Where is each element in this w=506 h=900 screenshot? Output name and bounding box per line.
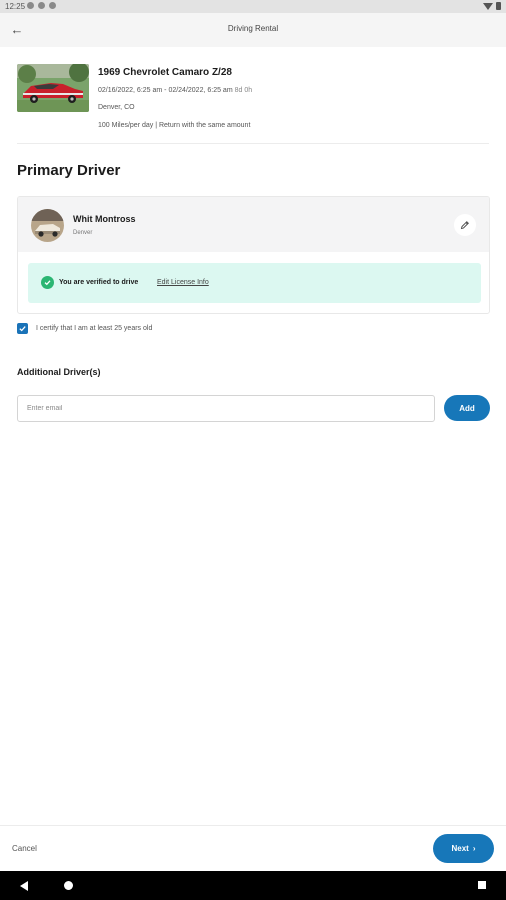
edit-driver-button[interactable] [454, 214, 476, 236]
car-location: Denver, CO [98, 104, 135, 111]
primary-driver-card: Whit Montross Denver You are verified to… [17, 196, 490, 314]
driver-city: Denver [73, 230, 93, 236]
car-summary: 1969 Chevrolet Camaro Z/28 02/16/2022, 6… [17, 62, 489, 144]
mileage-policy: 100 Miles/per day | Return with the same… [98, 122, 251, 129]
car-image [17, 64, 89, 112]
age-certify: I certify that I am at least 25 years ol… [17, 323, 152, 334]
nav-back-icon[interactable] [20, 881, 28, 891]
verified-text: You are verified to drive [59, 279, 139, 286]
add-driver-button[interactable]: Add [444, 395, 490, 421]
avatar [31, 209, 64, 242]
notification-icon [27, 2, 34, 9]
next-button[interactable]: Next › [433, 834, 494, 863]
additional-drivers-heading: Additional Driver(s) [17, 367, 101, 377]
battery-icon [496, 2, 501, 10]
verified-banner: You are verified to drive Edit License I… [28, 263, 481, 303]
settings-status-icon [49, 2, 56, 9]
wifi-icon [483, 2, 493, 10]
car-title: 1969 Chevrolet Camaro Z/28 [98, 67, 232, 78]
sync-icon [38, 2, 45, 9]
rental-duration: 8d 0h [234, 87, 253, 94]
edit-license-link[interactable]: Edit License Info [157, 279, 209, 286]
footer-bar: Cancel Next › [0, 825, 506, 871]
app-bar: ← Driving Rental [0, 13, 506, 47]
email-field[interactable] [17, 395, 435, 422]
system-nav-bar [0, 871, 506, 900]
page-title: Driving Rental [227, 24, 279, 33]
check-circle-icon [41, 276, 54, 289]
rental-dates: 02/16/2022, 6:25 am - 02/24/2022, 6:25 a… [98, 87, 233, 94]
age-certify-checkbox[interactable] [17, 323, 28, 334]
driver-name: Whit Montross [73, 214, 136, 224]
pencil-icon [460, 221, 469, 230]
nav-recents-icon[interactable] [478, 881, 486, 889]
nav-home-icon[interactable] [64, 881, 73, 890]
checkmark-icon [19, 326, 26, 332]
status-time: 12:25 [5, 2, 26, 11]
status-bar: 12:25 [0, 0, 506, 13]
primary-driver-heading: Primary Driver [17, 162, 121, 179]
age-certify-label: I certify that I am at least 25 years ol… [36, 325, 153, 332]
next-label: Next [451, 844, 469, 853]
chevron-right-icon: › [472, 844, 476, 853]
cancel-button[interactable]: Cancel [12, 844, 37, 853]
